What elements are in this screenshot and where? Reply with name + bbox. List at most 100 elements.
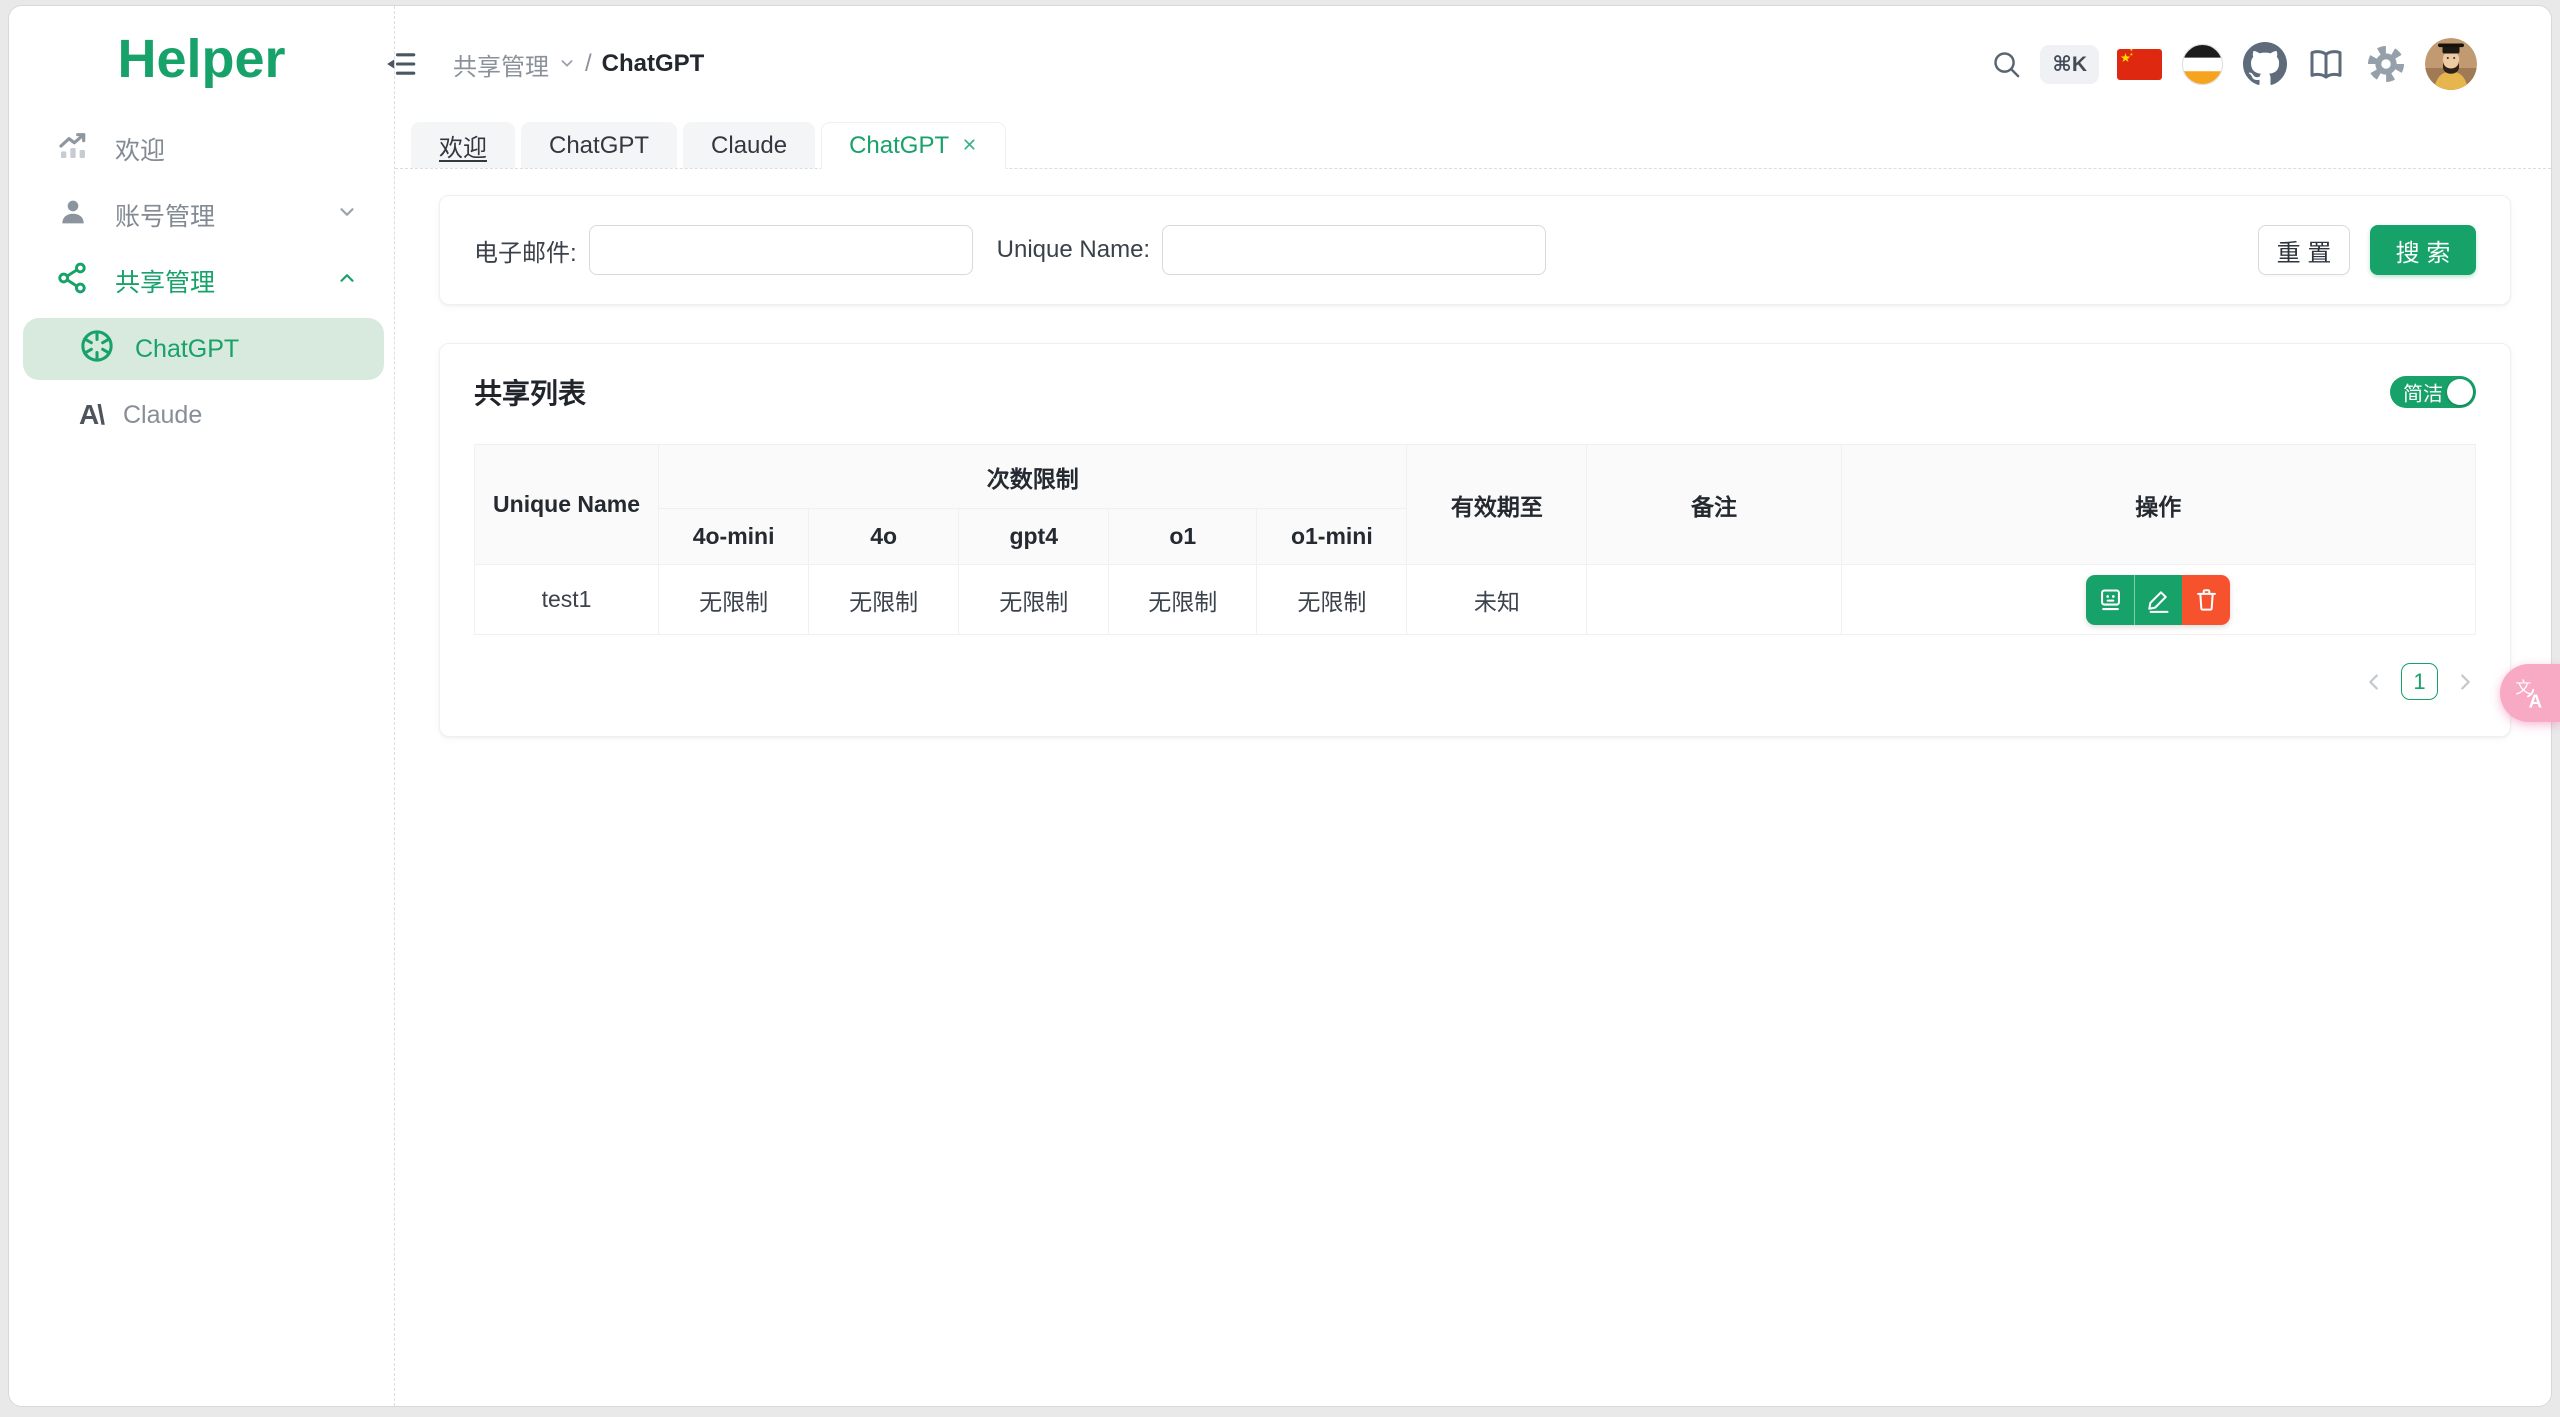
tab-label: ChatGPT xyxy=(849,131,950,159)
col-o1-mini: o1-mini xyxy=(1256,508,1408,565)
app-window: Helper 欢迎 账号管理 共享管理 ChatGPT A\ Claude 共享… xyxy=(8,5,2552,1407)
sidebar-item-accounts[interactable]: 账号管理 xyxy=(9,182,394,248)
tab-chatgpt[interactable]: ChatGPT xyxy=(521,122,678,168)
sidebar-collapse-button[interactable] xyxy=(379,42,423,86)
docs-button[interactable] xyxy=(2305,43,2347,85)
delete-button[interactable] xyxy=(2182,574,2231,625)
col-limit-group: 次数限制 xyxy=(658,444,1408,509)
china-flag-icon xyxy=(2117,48,2162,80)
github-icon xyxy=(2243,42,2287,85)
tab-claude[interactable]: Claude xyxy=(683,122,816,168)
chevron-right-icon xyxy=(2461,673,2470,690)
tab-label: Claude xyxy=(711,131,788,159)
menu-fold-icon xyxy=(387,53,416,75)
chevron-left-icon xyxy=(2369,673,2378,690)
account-info-button[interactable] xyxy=(2086,574,2135,625)
sidebar-subitem-label: ChatGPT xyxy=(135,334,240,363)
col-4o: 4o xyxy=(808,508,960,565)
translate-icon: 文 A xyxy=(2515,679,2542,709)
tab-chatgpt-active[interactable]: ChatGPT xyxy=(821,122,1007,169)
cell-valid-until: 未知 xyxy=(1406,564,1588,635)
search-icon xyxy=(1994,51,2020,77)
sidebar-item-label: 共享管理 xyxy=(115,269,216,297)
cell-limit: 无限制 xyxy=(1108,564,1258,635)
search-button[interactable] xyxy=(1991,49,2022,80)
prev-page-button[interactable] xyxy=(2363,671,2385,693)
chevron-up-icon xyxy=(336,267,358,296)
sidebar-nav: 欢迎 账号管理 共享管理 ChatGPT A\ Claude xyxy=(9,116,394,446)
toggle-knob xyxy=(2447,379,2473,405)
id-card-icon xyxy=(2100,589,2120,611)
search-submit-button[interactable]: 搜 索 xyxy=(2370,225,2476,275)
openai-logo-icon xyxy=(79,328,115,371)
header-actions: ⌘K xyxy=(1991,38,2477,90)
table-row: test1 无限制 无限制 无限制 无限制 无限制 未知 xyxy=(473,564,2477,635)
breadcrumb-page: ChatGPT xyxy=(601,50,705,77)
main-area: 共享管理 / ChatGPT ⌘K 欢迎 ChatGPT Claude Chat… xyxy=(387,6,2551,1406)
toggle-label: 简洁 xyxy=(2403,383,2443,406)
share-table: Unique Name 次数限制 有效期至 备注 操作 4o-mini 4o g… xyxy=(473,444,2477,635)
shortcut-badge: ⌘K xyxy=(2040,44,2099,84)
unique-name-label: Unique Name: xyxy=(996,236,1151,263)
email-label: 电子邮件: xyxy=(474,239,577,267)
cell-limit: 无限制 xyxy=(658,564,810,635)
email-input[interactable] xyxy=(588,225,973,275)
cell-unique-name: test1 xyxy=(473,564,660,635)
edit-pencil-icon xyxy=(2148,591,2169,613)
language-flag-button[interactable] xyxy=(2117,48,2162,80)
tab-bar: 欢迎 ChatGPT Claude ChatGPT xyxy=(395,122,2551,169)
share-nodes-icon xyxy=(57,262,89,301)
chevron-down-icon xyxy=(559,50,575,78)
cell-limit: 无限制 xyxy=(958,564,1110,635)
cell-actions xyxy=(1840,564,2477,635)
filter-actions: 重 置 搜 索 xyxy=(2258,225,2476,275)
theme-stripes-icon xyxy=(2181,43,2224,85)
concise-toggle[interactable]: 简洁 xyxy=(2390,376,2476,408)
col-unique-name: Unique Name xyxy=(473,444,660,565)
tab-welcome[interactable]: 欢迎 xyxy=(411,122,515,168)
tab-label: ChatGPT xyxy=(549,131,650,159)
pagination: 1 xyxy=(474,663,2476,700)
edit-button[interactable] xyxy=(2134,574,2183,625)
github-button[interactable] xyxy=(2243,42,2287,86)
theme-stripes-button[interactable] xyxy=(2180,42,2225,87)
next-page-button[interactable] xyxy=(2454,671,2476,693)
sidebar-subitem-claude[interactable]: A\ Claude xyxy=(23,384,384,446)
col-valid-until: 有效期至 xyxy=(1406,444,1588,565)
row-actions xyxy=(2086,574,2231,625)
tab-label: 欢迎 xyxy=(439,135,487,162)
docs-book-icon xyxy=(2310,50,2342,79)
settings-gear-icon xyxy=(2367,45,2405,83)
avatar[interactable] xyxy=(2425,38,2477,90)
chart-trend-icon xyxy=(57,130,89,169)
page-number[interactable]: 1 xyxy=(2401,663,2438,700)
sidebar: Helper 欢迎 账号管理 共享管理 ChatGPT A\ Claude xyxy=(9,6,395,1406)
list-header: 共享列表 简洁 xyxy=(474,372,2476,412)
cell-limit: 无限制 xyxy=(808,564,960,635)
unique-name-input[interactable] xyxy=(1162,225,1547,275)
col-actions: 操作 xyxy=(1840,444,2477,565)
settings-button[interactable] xyxy=(2365,43,2407,85)
share-list-card: 共享列表 简洁 Unique Name 次数限制 有效期至 备注 操作 4o-m… xyxy=(439,343,2511,737)
filter-card: 电子邮件: Unique Name: 重 置 搜 索 xyxy=(439,195,2511,305)
breadcrumb-separator: / xyxy=(585,50,592,77)
breadcrumb-section[interactable]: 共享管理 xyxy=(453,47,549,82)
reset-button[interactable]: 重 置 xyxy=(2258,225,2350,275)
app-logo: Helper xyxy=(117,29,286,89)
chevron-down-icon xyxy=(336,201,358,230)
col-4o-mini: 4o-mini xyxy=(658,508,810,565)
sidebar-item-label: 欢迎 xyxy=(115,137,166,165)
sidebar-item-welcome[interactable]: 欢迎 xyxy=(9,116,394,182)
breadcrumb: 共享管理 / ChatGPT xyxy=(453,47,704,82)
claude-logo-icon: A\ xyxy=(79,399,105,430)
sidebar-subitem-chatgpt[interactable]: ChatGPT xyxy=(23,318,384,380)
translate-fab-button[interactable]: 文 A xyxy=(2500,664,2560,722)
col-remark: 备注 xyxy=(1586,444,1842,565)
close-icon[interactable] xyxy=(961,132,978,160)
sidebar-item-share[interactable]: 共享管理 xyxy=(9,248,394,314)
list-title: 共享列表 xyxy=(474,378,587,409)
sidebar-item-label: 账号管理 xyxy=(115,203,216,231)
page-content: 电子邮件: Unique Name: 重 置 搜 索 共享列表 简洁 Uniqu… xyxy=(395,169,2551,1406)
cell-remark xyxy=(1586,564,1842,635)
col-gpt4: gpt4 xyxy=(958,508,1110,565)
